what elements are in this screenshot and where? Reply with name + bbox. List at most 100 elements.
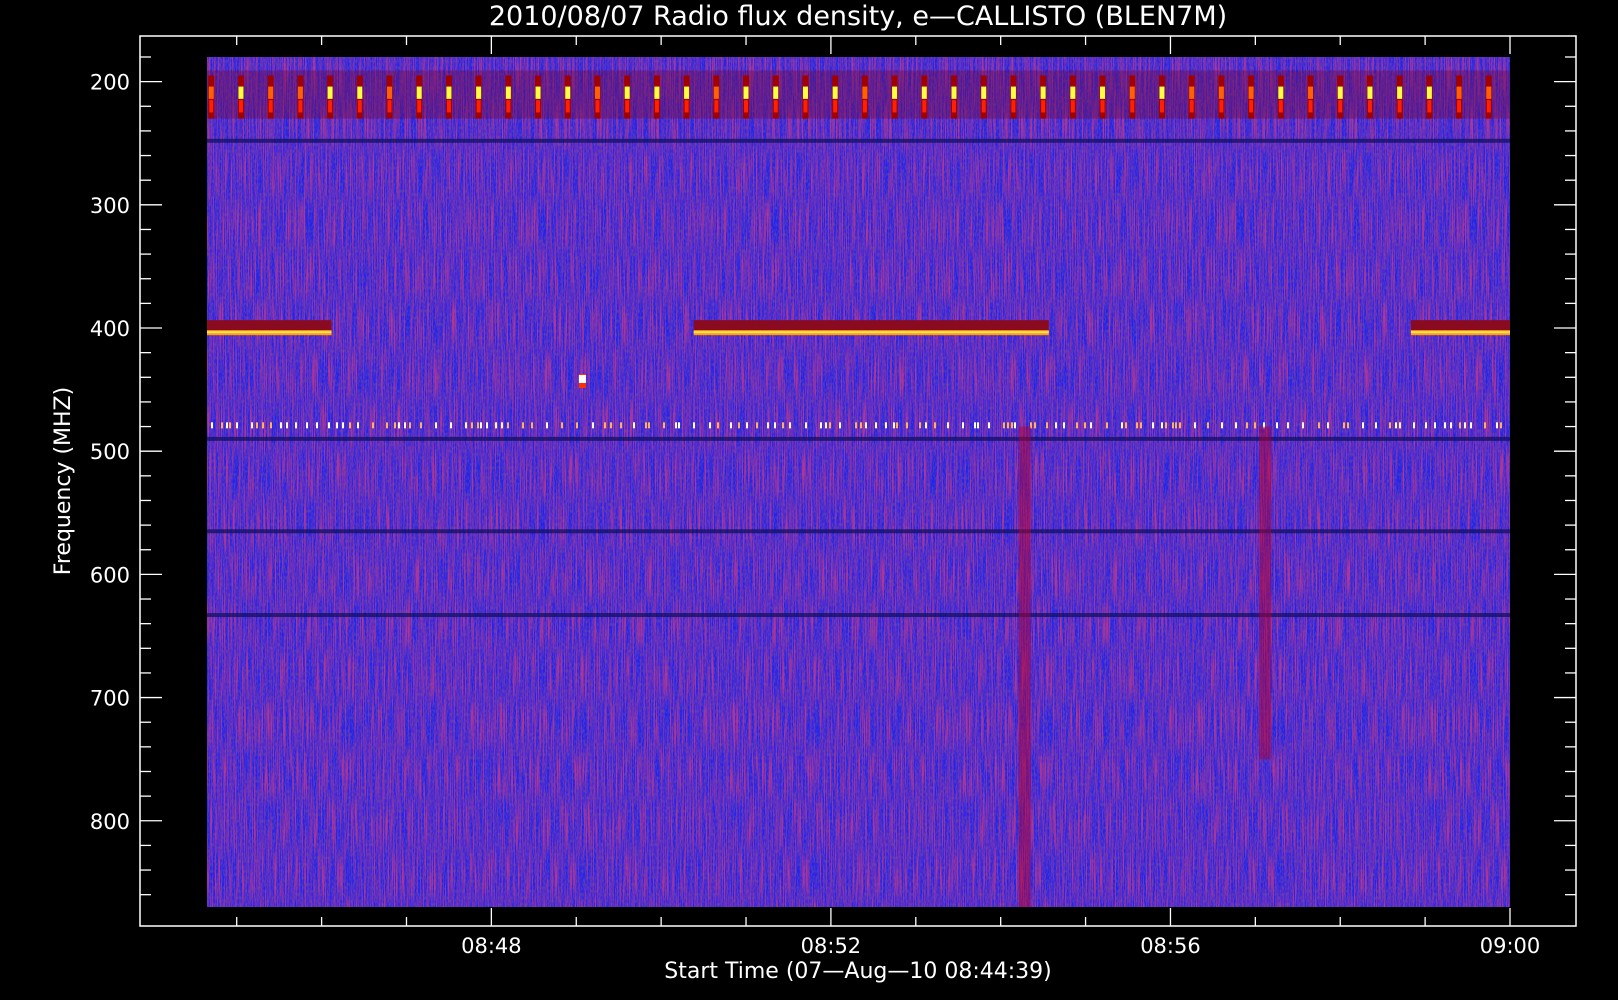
y-tick-label: 700 [90, 687, 130, 711]
dotted-band-dot [471, 422, 473, 429]
x-tick-label: 09:00 [1480, 934, 1541, 958]
vertical-streak [1259, 426, 1272, 760]
dotted-band-dot [875, 422, 877, 429]
bright-band-core [1410, 331, 1510, 334]
dotted-band-dot [934, 422, 936, 429]
dotted-band-dot [236, 422, 238, 429]
dotted-band-dot [1450, 422, 1452, 429]
burst-spike-core [981, 86, 987, 99]
dotted-band-dot [604, 422, 606, 429]
dark-band [207, 436, 1510, 441]
dotted-band-dot [229, 422, 231, 429]
burst-spike-tail [1397, 100, 1402, 113]
dotted-band-dot [1152, 422, 1154, 429]
dotted-band-dot [398, 422, 400, 429]
spectrogram-noise-red [207, 57, 1510, 907]
dotted-band-dot [1179, 422, 1181, 429]
dotted-band-dot [280, 422, 282, 429]
dotted-band-dot [648, 422, 650, 429]
x-tick-label: 08:48 [461, 934, 522, 958]
burst-spike-core [1129, 86, 1135, 99]
dotted-band-dot [925, 422, 927, 429]
burst-spike-tail [536, 100, 541, 113]
burst-spike-core [1367, 86, 1373, 99]
bright-band-core [207, 331, 332, 334]
dotted-band-dot [1347, 422, 1349, 429]
dotted-band-dot [947, 422, 949, 429]
burst-band [207, 70, 1510, 119]
burst-spike-core [654, 86, 660, 99]
dotted-band-dot [820, 422, 822, 429]
dotted-band-dot [1046, 422, 1048, 429]
dotted-band-dot [767, 422, 769, 429]
burst-spike-core [594, 86, 600, 99]
burst-spike-tail [268, 100, 273, 113]
dotted-band-dot [860, 422, 862, 429]
burst-spike-core [921, 86, 927, 99]
dotted-band-dot [404, 422, 406, 429]
dotted-band-dot [1425, 422, 1427, 429]
dotted-band-dot [663, 422, 665, 429]
burst-spike-tail [1308, 100, 1313, 113]
burst-spike-tail [803, 100, 808, 113]
dotted-band-dot [435, 422, 437, 429]
burst-spike-core [802, 86, 808, 99]
bright-band-halo [693, 320, 1049, 331]
dotted-band-dot [561, 422, 563, 429]
dotted-band-dot [495, 422, 497, 429]
dotted-band-dot [1327, 422, 1329, 429]
burst-spike-core [773, 86, 779, 99]
dotted-band-dot [1464, 422, 1466, 429]
burst-spike-core [862, 86, 868, 99]
dotted-band-dot [906, 422, 908, 429]
dotted-band-dot [1175, 422, 1177, 429]
chart-title: 2010/08/07 Radio flux density, e—CALLIST… [489, 1, 1227, 32]
dotted-band-dot [678, 422, 680, 429]
burst-spike-core [446, 86, 452, 99]
burst-spike-tail [744, 100, 749, 113]
burst-spike-tail [1041, 100, 1046, 113]
dotted-band-dot [211, 422, 213, 429]
burst-spike-core [1308, 86, 1314, 99]
burst-spike-tail [714, 100, 719, 113]
burst-spike-core [505, 86, 511, 99]
dotted-band-dot [1287, 422, 1289, 429]
burst-spike-core [1278, 86, 1284, 99]
dotted-band-dot [270, 422, 272, 429]
dotted-band-dot [825, 422, 827, 429]
dotted-band-dot [357, 422, 359, 429]
burst-spike-core [297, 86, 303, 99]
dotted-band-dot [1318, 422, 1320, 429]
burst-spike-core [1070, 86, 1076, 99]
dotted-band-dot [409, 422, 411, 429]
bright-band-halo [1410, 320, 1510, 331]
dotted-band-dot [865, 422, 867, 429]
dotted-band-dot [531, 422, 533, 429]
dotted-band-dot [306, 422, 308, 429]
burst-spike-core [892, 86, 898, 99]
dotted-band-dot [1496, 422, 1498, 429]
burst-spike-tail [209, 100, 214, 113]
dark-band [207, 138, 1510, 143]
dotted-band-dot [349, 422, 351, 429]
dotted-band-dot [1084, 422, 1086, 429]
dotted-band-dot [328, 422, 330, 429]
bright-band-core [693, 331, 1049, 334]
dark-band [207, 529, 1510, 534]
burst-spike-tail [951, 100, 956, 113]
dotted-band-dot [1444, 422, 1446, 429]
dotted-band-dot [386, 422, 388, 429]
dotted-band-dot [675, 422, 677, 429]
dotted-band-dot [1125, 422, 1127, 429]
burst-spike-core [743, 86, 749, 99]
dotted-band-dot [893, 422, 895, 429]
dotted-band-dot [709, 422, 711, 429]
dotted-band-dot [1254, 422, 1256, 429]
dotted-band-dot [546, 422, 548, 429]
y-axis-label: Frequency (MHZ) [51, 387, 76, 575]
dotted-band-dot [1484, 422, 1486, 429]
x-tick-label: 08:56 [1140, 934, 1201, 958]
dotted-band-dot [962, 422, 964, 429]
dotted-band-dot [1034, 422, 1036, 429]
dotted-band-dot [1375, 422, 1377, 429]
